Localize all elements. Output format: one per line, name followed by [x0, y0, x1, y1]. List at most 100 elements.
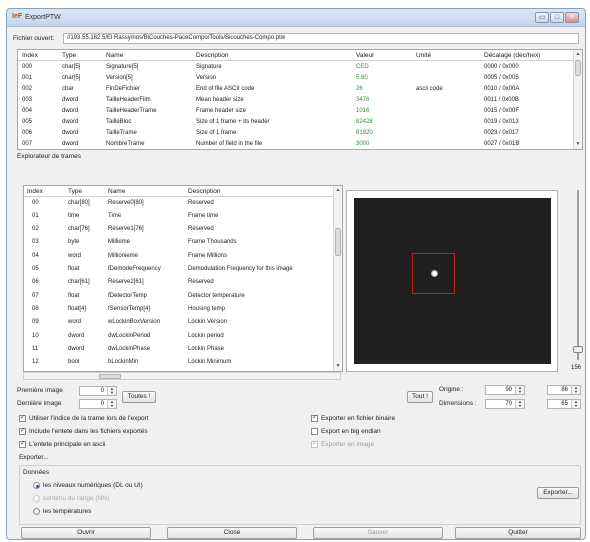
first-image-spinbox[interactable]: 0 ▲ ▼ [79, 386, 117, 396]
frame-table-hscrollbar[interactable] [23, 372, 341, 380]
cell-type: char[80] [68, 199, 90, 206]
origin-x-spinbox[interactable]: 90 ▲ ▼ [485, 385, 525, 395]
scroll-up-icon[interactable]: ▲ [574, 51, 582, 58]
col-decalage[interactable]: Décalage (dec/hex) [484, 52, 540, 59]
dims-y-spinbox[interactable]: 65 ▲ ▼ [547, 399, 581, 409]
table-row[interactable]: 09 word wLockinBoxVersion Lockin Version [24, 318, 333, 328]
header-table[interactable]: Index Type Name Description Valeur Unité… [17, 49, 583, 150]
table-row[interactable]: 007 dword NombreTrame Number of field in th… [18, 139, 573, 149]
table-row[interactable]: 005 dword TailleBloc Size of 1 frame + its … [18, 117, 573, 127]
radio-temperatures[interactable]: les températures [33, 508, 91, 515]
dims-x-spinbox[interactable]: 70 ▲ ▼ [485, 399, 525, 409]
scroll-thumb[interactable] [575, 60, 581, 76]
open-button[interactable]: Ouvrir [21, 527, 151, 539]
close-window-button[interactable]: ✕ [565, 12, 579, 23]
table-row[interactable]: 10 dword dwLockinPeriod Lockin period [24, 331, 333, 341]
all-region-button[interactable]: Tout ! [407, 391, 433, 403]
table-row[interactable]: 04 word Millionieme Frame Millions [24, 251, 333, 261]
maximize-button[interactable]: □ [550, 12, 564, 23]
spin-arrows-icon[interactable]: ▲ ▼ [107, 400, 116, 408]
spin-arrows-icon[interactable]: ▲ ▼ [571, 386, 580, 394]
origin-y-value: 86 [561, 387, 568, 393]
slider-knob[interactable] [573, 346, 583, 353]
table-row[interactable]: 002 char FinDeFichier End of file ASCII cod… [18, 84, 573, 94]
spin-arrows-icon[interactable]: ▲ ▼ [107, 387, 116, 395]
table-row[interactable]: 00 char[80] Reserve0[80] Reserved [24, 198, 333, 208]
export-button[interactable]: Exporter... [537, 487, 579, 499]
cell-index: 10 [32, 332, 39, 339]
table-row[interactable]: 006 dword TailleTrame Size of 1 frame 81920 0… [18, 128, 573, 138]
table-row[interactable]: 003 dword TailleHeaderFilm Mean header size… [18, 95, 573, 105]
all-frames-button[interactable]: Toutes ! [122, 391, 156, 403]
radio-levels[interactable]: les niveaux numériques (DL ou UI) [33, 482, 143, 489]
frame-table[interactable]: Index Type Name Description 00 char[80] Re… [23, 185, 343, 372]
scroll-up-icon[interactable]: ▲ [334, 187, 342, 194]
hscroll-thumb[interactable] [99, 374, 121, 379]
table-row[interactable]: 12 bool bLockinMin Lockin Minimum [24, 358, 333, 368]
table-row[interactable]: 02 char[76] Reserve1[76] Reserved [24, 225, 333, 235]
table-row[interactable]: 05 float fDemodeFrequency Demodulation Freq… [24, 265, 333, 275]
table-row[interactable]: 07 float fDetectorTemp Detector temperature [24, 291, 333, 301]
cell-name: TailleBloc [106, 118, 132, 125]
save-button[interactable]: Sauver [313, 527, 443, 539]
col-name[interactable]: Name [108, 188, 125, 195]
table-row[interactable]: 004 dword TailleHeaderTrame Frame header si… [18, 106, 573, 116]
scroll-down-icon[interactable]: ▼ [574, 141, 582, 148]
export-binary-checkbox[interactable]: ✓ Exporter en fichier binaire [311, 415, 395, 422]
spin-arrows-icon[interactable]: ▲ ▼ [515, 386, 524, 394]
col-type[interactable]: Type [62, 52, 76, 59]
table-row[interactable]: 001 char[5] Version[5] Version 5.60 0005 / 0x… [18, 73, 573, 83]
quit-button[interactable]: Quitter [455, 527, 581, 539]
scroll-down-icon[interactable]: ▼ [334, 363, 342, 370]
checkmark-icon: ✓ [311, 415, 318, 422]
cell-index: 05 [32, 266, 39, 272]
spin-arrows-icon[interactable]: ▲ ▼ [571, 400, 580, 408]
cell-description: Lockin Phase [188, 345, 225, 352]
cell-type: char[76] [68, 226, 90, 233]
col-name[interactable]: Name [106, 52, 123, 59]
minimize-button[interactable]: ▭ [535, 12, 549, 23]
roi-rectangle[interactable] [412, 253, 455, 294]
radio-range[interactable]: contenu du range (NN) [33, 495, 109, 502]
frame-table-scrollbar[interactable]: ▲ ▼ [333, 186, 342, 371]
cell-description: Number of field in the file [196, 140, 263, 147]
col-description[interactable]: Description [196, 52, 229, 59]
cell-index: 00 [32, 199, 39, 206]
file-path-field[interactable]: //193.55.162.5/El Rassy/nos/BiCouches-Pa… [63, 33, 579, 44]
cell-valeur: 5.60 [356, 74, 368, 81]
table-row[interactable]: 08 float[4] fSensorTemp[4] Housing temp [24, 304, 333, 314]
radio-empty-icon [33, 508, 40, 515]
cell-valeur: 3476 [356, 96, 370, 103]
last-image-spinbox[interactable]: 0 ▲ ▼ [79, 399, 117, 409]
close-button[interactable]: Close [167, 527, 297, 539]
table-row[interactable]: 06 char[61] Reserve2[61] Reserved [24, 278, 333, 288]
frame-explorer-label: Explorateur de trames [17, 153, 81, 160]
thermal-frame-image[interactable] [354, 198, 551, 364]
col-unite[interactable]: Unité [416, 52, 431, 59]
origin-label: Origine : [439, 386, 464, 393]
big-endian-checkbox[interactable]: Export en big endian [311, 428, 381, 435]
spin-arrows-icon[interactable]: ▲ ▼ [515, 400, 524, 408]
table-row[interactable]: 01 time Time Frame time [24, 211, 333, 221]
main-header-ascii-checkbox[interactable]: ✓ L'entete principale en ascii [19, 441, 105, 448]
col-index[interactable]: Index [22, 52, 38, 59]
cell-name: Reserve2[61] [108, 279, 144, 286]
cell-name: TailleHeaderFilm [106, 96, 151, 103]
col-description[interactable]: Description [188, 188, 221, 195]
table-row[interactable]: 000 char[5] Signature[5] Signature CED 0000 /… [18, 62, 573, 72]
export-image-checkbox[interactable]: ✓ Exporter en image [311, 441, 374, 448]
include-header-checkbox[interactable]: ✓ Include l'entete dans les fichiers exp… [19, 428, 148, 435]
use-index-label: Utiliser l'indice de la trame lors de l'… [29, 415, 149, 422]
frame-slider[interactable]: 156 [571, 190, 583, 372]
table-row[interactable]: 03 byte Millieme Frame Thousands [24, 238, 333, 248]
col-index[interactable]: Index [27, 188, 43, 195]
header-table-scrollbar[interactable]: ▲ ▼ [573, 50, 582, 149]
origin-y-spinbox[interactable]: 86 ▲ ▼ [547, 385, 581, 395]
slider-track[interactable] [577, 190, 579, 360]
cell-index: 007 [22, 140, 33, 147]
table-row[interactable]: 11 dword dwLockinPhase Lockin Phase [24, 344, 333, 354]
col-valeur[interactable]: Valeur [356, 52, 374, 59]
use-index-checkbox[interactable]: ✓ Utiliser l'indice de la trame lors de … [19, 415, 149, 422]
col-type[interactable]: Type [68, 188, 82, 195]
scroll-thumb[interactable] [335, 228, 341, 256]
